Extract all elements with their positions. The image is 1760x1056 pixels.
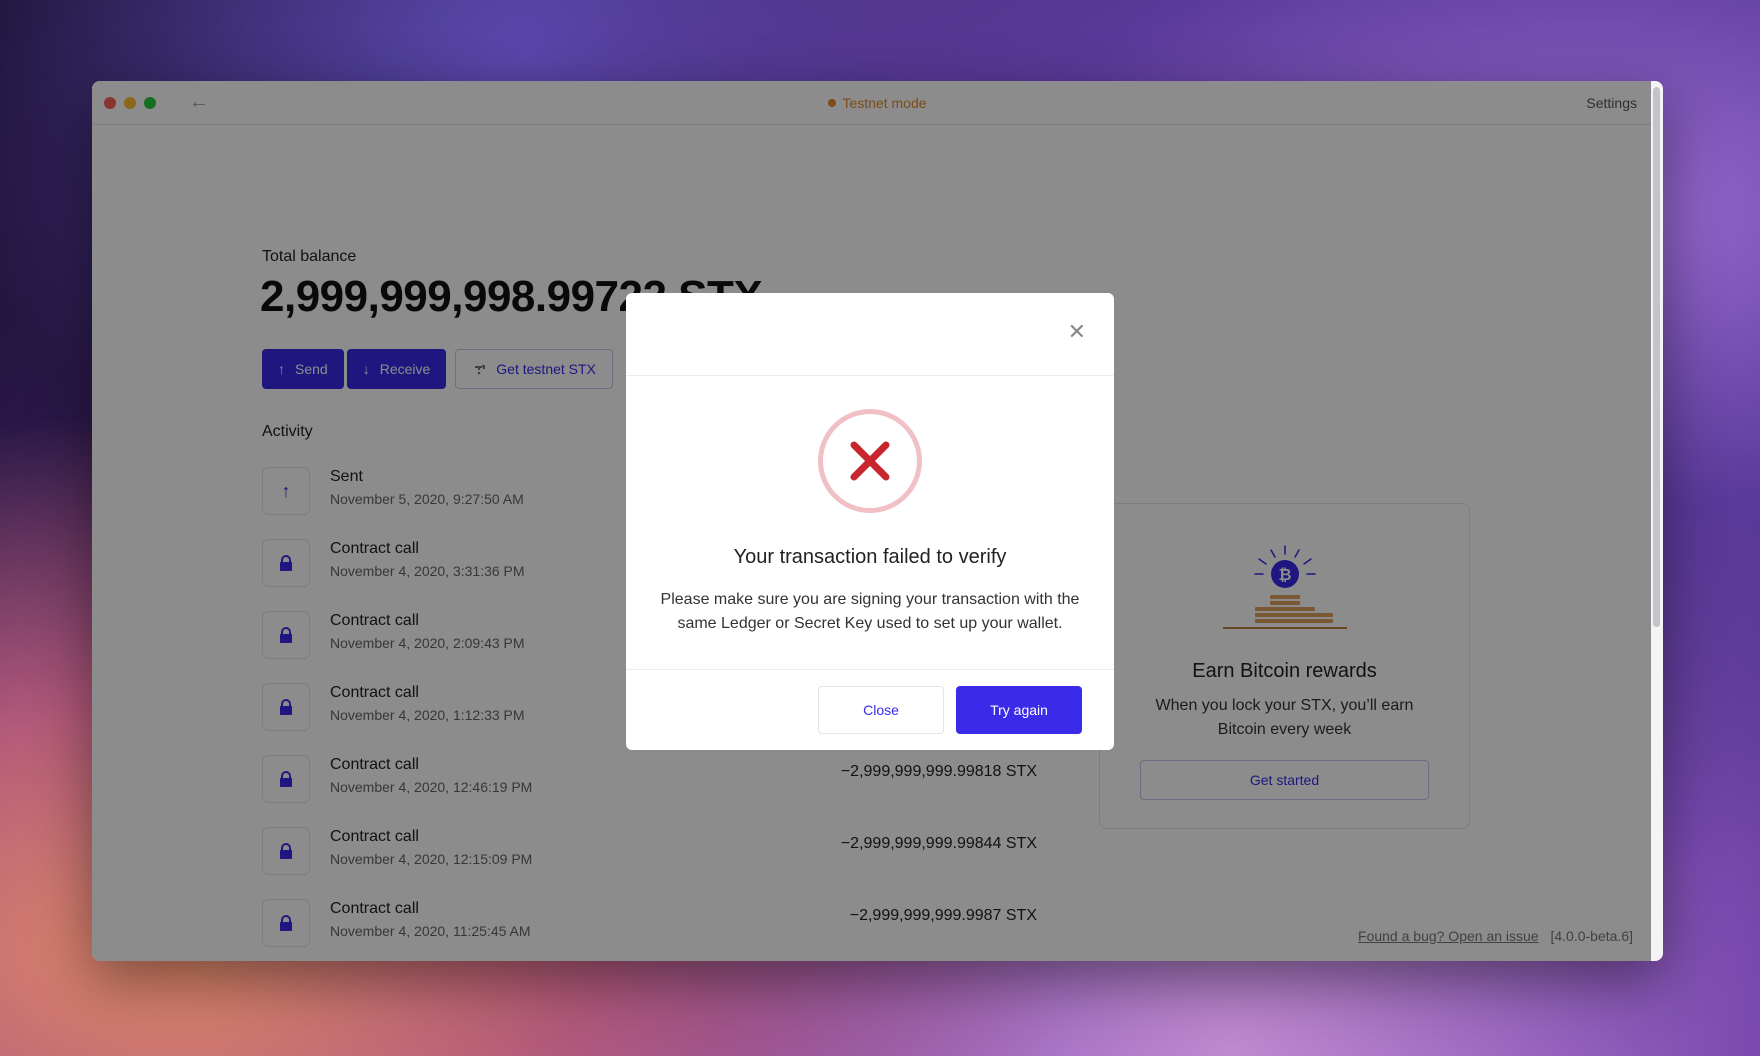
app-window: ← Testnet mode Settings Total balance 2,… [92, 81, 1663, 961]
scrollbar[interactable] [1651, 81, 1663, 961]
modal-description: Please make sure you are signing your tr… [660, 591, 1080, 632]
close-button[interactable]: Close [818, 686, 944, 734]
modal-footer: Close Try again [626, 669, 1114, 750]
modal-title: Your transaction failed to verify [733, 546, 1007, 568]
error-x-icon [818, 409, 922, 513]
scrollbar-thumb[interactable] [1653, 87, 1660, 627]
transaction-failed-dialog: ✕ Your transaction failed to verify Plea… [626, 293, 1114, 750]
modal-header: ✕ [626, 293, 1114, 376]
close-icon[interactable]: ✕ [1068, 321, 1086, 343]
try-again-button[interactable]: Try again [956, 686, 1082, 734]
